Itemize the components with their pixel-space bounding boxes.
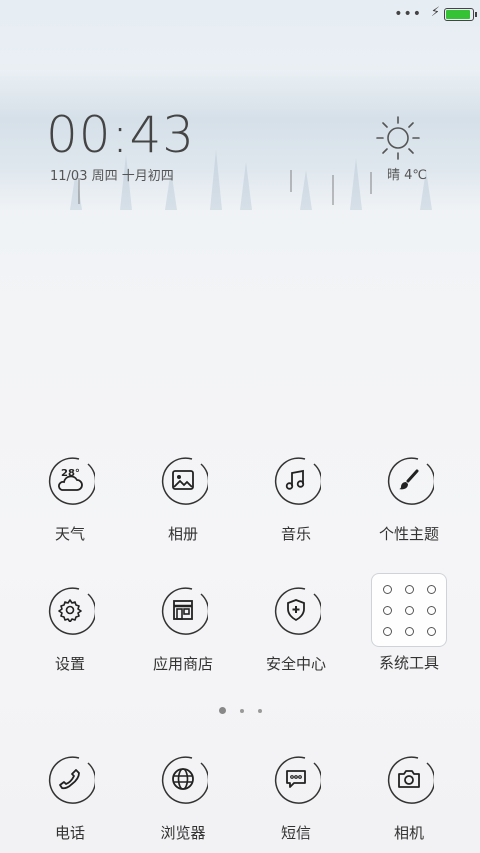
app-label: 浏览器 <box>160 824 206 842</box>
app-label: 电话 <box>54 824 85 842</box>
sun-icon <box>376 116 420 160</box>
battery-icon <box>444 8 477 21</box>
weather-badge: 28° <box>61 468 80 479</box>
globe-icon <box>158 754 208 804</box>
shield-icon <box>271 585 321 635</box>
app-label: 天气 <box>54 525 85 543</box>
app-label: 相机 <box>393 824 424 842</box>
app-store[interactable]: 应用商店 <box>128 585 238 674</box>
clock-time[interactable]: 00:43 <box>46 106 195 164</box>
clock-weather-widget[interactable]: 00:43 11/03 周四 十月初四 晴 4℃ <box>34 100 442 200</box>
page-dot[interactable] <box>239 708 244 713</box>
message-icon <box>271 754 321 804</box>
dock-browser[interactable]: 浏览器 <box>128 754 238 843</box>
bolt-icon: ⚡ <box>430 5 440 20</box>
app-settings[interactable]: 设置 <box>15 585 125 674</box>
page-indicator[interactable] <box>0 700 480 714</box>
weather-icon: 28° <box>45 455 95 505</box>
camera-icon <box>384 754 434 804</box>
app-label: 设置 <box>54 655 85 673</box>
store-icon <box>158 585 208 635</box>
dock-messages[interactable]: 短信 <box>241 754 351 843</box>
weather-text: 晴 4℃ <box>387 168 428 183</box>
app-system-tools[interactable]: 系统工具 <box>354 573 464 673</box>
app-label: 个性主题 <box>378 525 439 543</box>
gallery-icon <box>158 455 208 505</box>
dock-phone[interactable]: 电话 <box>15 754 125 843</box>
clock-date: 11/03 周四 十月初四 <box>50 169 174 184</box>
music-note-icon <box>271 455 321 505</box>
page-dot-active[interactable] <box>218 707 226 714</box>
app-label: 音乐 <box>280 525 311 543</box>
app-label: 系统工具 <box>378 654 439 672</box>
app-label: 相册 <box>167 525 198 543</box>
app-security[interactable]: 安全中心 <box>241 585 351 674</box>
app-label: 安全中心 <box>265 655 326 673</box>
app-label: 短信 <box>280 824 311 842</box>
app-weather[interactable]: 28° 天气 <box>15 455 125 544</box>
status-bar: ••• ⚡ <box>0 0 480 28</box>
battery-level <box>446 10 470 19</box>
phone-icon <box>45 754 95 804</box>
app-music[interactable]: 音乐 <box>241 455 351 544</box>
notification-dots: ••• <box>394 6 422 22</box>
app-themes[interactable]: 个性主题 <box>354 455 464 544</box>
app-gallery[interactable]: 相册 <box>128 455 238 544</box>
dock-camera[interactable]: 相机 <box>354 754 464 843</box>
folder-icon <box>371 573 447 647</box>
page-dot[interactable] <box>257 708 262 713</box>
gear-icon <box>45 585 95 635</box>
app-label: 应用商店 <box>152 655 213 673</box>
paintbrush-icon <box>384 455 434 505</box>
